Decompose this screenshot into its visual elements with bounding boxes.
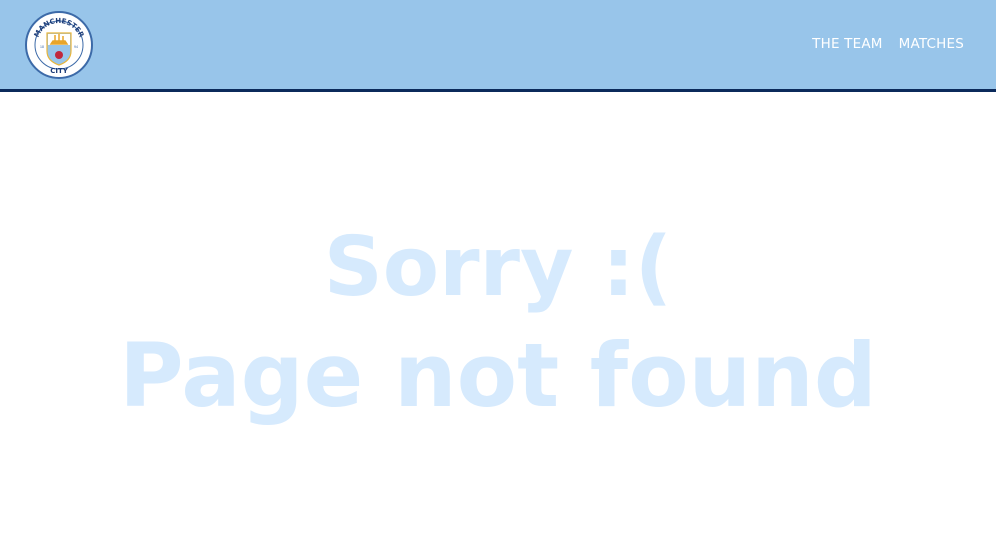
svg-text:CITY: CITY — [50, 67, 69, 75]
svg-text:94: 94 — [74, 45, 78, 49]
nav-the-team[interactable]: THE TEAM — [812, 36, 882, 52]
header: MANCHESTER CITY 18 94 THE TEAM MATCHES — [0, 0, 996, 92]
page-not-found-heading: Page not found — [119, 324, 877, 427]
svg-text:18: 18 — [40, 45, 44, 49]
nav-matches[interactable]: MATCHES — [899, 36, 964, 52]
sorry-heading: Sorry :( — [323, 220, 673, 315]
main-nav: THE TEAM MATCHES — [812, 36, 964, 52]
manchester-city-logo[interactable]: MANCHESTER CITY 18 94 — [25, 11, 93, 79]
not-found-message: Sorry :( Page not found — [0, 214, 996, 430]
